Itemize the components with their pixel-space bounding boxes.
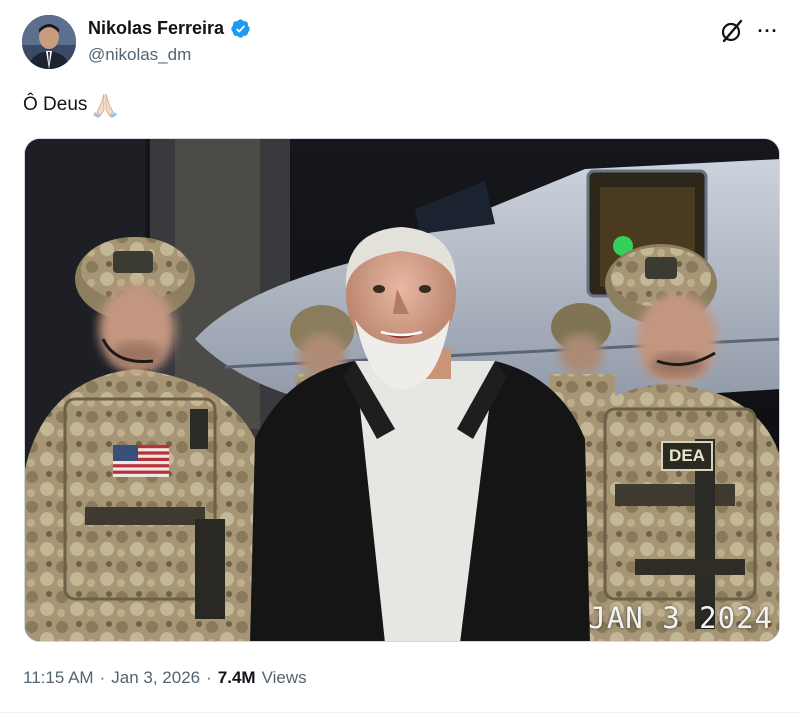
views-count[interactable]: 7.4M: [218, 668, 256, 688]
tweet-date[interactable]: Jan 3, 2026: [111, 668, 200, 688]
grok-icon[interactable]: [719, 18, 745, 44]
verified-badge-icon: [231, 19, 250, 38]
tweet-text: Ô Deus: [23, 94, 88, 115]
tweet-card: Nikolas Ferreira @nikolas_dm ··· Ô Deus: [0, 0, 800, 718]
folded-hands-icon: [93, 93, 118, 118]
tweet-media-image[interactable]: DEA JAN 3 2024: [24, 138, 780, 642]
media-date-stamp: JAN 3 2024: [588, 601, 773, 635]
divider: [0, 712, 800, 713]
more-options-icon[interactable]: ···: [755, 18, 781, 44]
tweet-meta: 11:15 AM · Jan 3, 2026 · 7.4M Views: [23, 668, 307, 688]
dea-patch: DEA: [661, 441, 713, 471]
avatar[interactable]: [22, 15, 76, 69]
author-handle[interactable]: @nikolas_dm: [88, 45, 191, 65]
author-name-row[interactable]: Nikolas Ferreira: [88, 18, 251, 39]
meta-separator-2: ·: [206, 668, 212, 687]
tweet-time[interactable]: 11:15 AM: [23, 668, 94, 688]
author-name[interactable]: Nikolas Ferreira: [88, 18, 224, 39]
views-label[interactable]: Views: [262, 668, 307, 688]
meta-separator: ·: [99, 668, 106, 687]
tweet-text-row: Ô Deus: [23, 92, 119, 118]
